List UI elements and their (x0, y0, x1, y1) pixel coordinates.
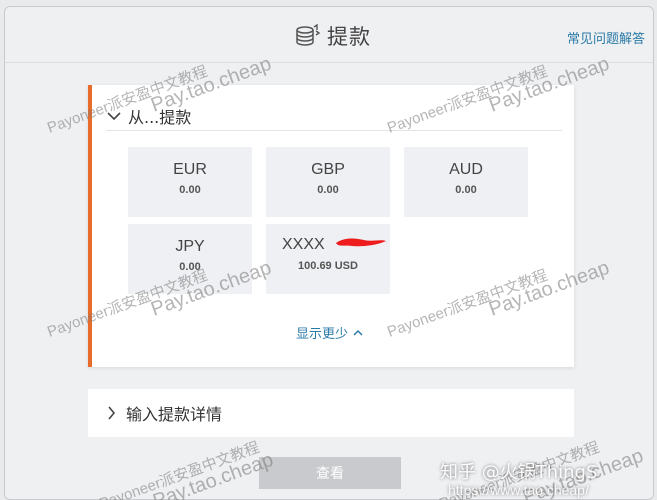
page-header: 提款 常见问题解答 (5, 7, 653, 63)
balance-amount: 0.00 (179, 184, 201, 196)
balance-currency: AUD (449, 161, 483, 178)
balance-currency: GBP (311, 161, 345, 178)
withdraw-source-card: 从...提款 EUR 0.00 GBP 0.00 AUD 0.00 JPY 0.… (88, 85, 574, 367)
zhihu-url-watermark: https://www.tao.cheap/ (448, 482, 589, 498)
balance-amount: 0.00 (317, 184, 339, 196)
chevron-down-icon (107, 111, 121, 120)
balance-tile-jpy[interactable]: JPY 0.00 (128, 224, 252, 294)
balance-amount: 0.00 (179, 261, 201, 273)
page-title: 提款 (327, 25, 371, 49)
balance-tile-usd-account[interactable]: XXXX 100.69 USD (266, 224, 390, 294)
show-less-link[interactable]: 显示更少 (296, 323, 364, 342)
withdraw-window: 提款 常见问题解答 从...提款 EUR 0.00 GBP 0.00 AUD 0… (4, 6, 654, 500)
balance-currency: JPY (175, 238, 205, 255)
zhihu-watermark: 知乎 @火锅ThingS (440, 462, 598, 483)
balance-currency: EUR (173, 161, 207, 178)
chevron-right-icon (108, 406, 116, 420)
show-less-label: 显示更少 (296, 327, 349, 342)
coins-icon (295, 24, 321, 48)
chevron-up-icon (353, 329, 363, 336)
balance-amount: 100.69 USD (298, 260, 358, 272)
redaction-scribble (336, 238, 386, 247)
balance-tile-gbp[interactable]: GBP 0.00 (266, 147, 390, 217)
balance-tile-eur[interactable]: EUR 0.00 (128, 147, 252, 217)
details-section-label: 输入提款详情 (126, 405, 223, 424)
card-accent-bar (88, 85, 92, 367)
view-button[interactable]: 查看 (259, 457, 401, 489)
source-section-heading: 从...提款 (128, 107, 192, 127)
faq-link[interactable]: 常见问题解答 (567, 28, 645, 47)
title-wrap: 提款 (295, 21, 371, 51)
balance-amount: 0.00 (455, 184, 477, 196)
withdraw-details-section[interactable]: 输入提款详情 (88, 389, 574, 437)
source-section-toggle[interactable]: 从...提款 (106, 101, 562, 131)
balance-tile-aud[interactable]: AUD 0.00 (404, 147, 528, 217)
